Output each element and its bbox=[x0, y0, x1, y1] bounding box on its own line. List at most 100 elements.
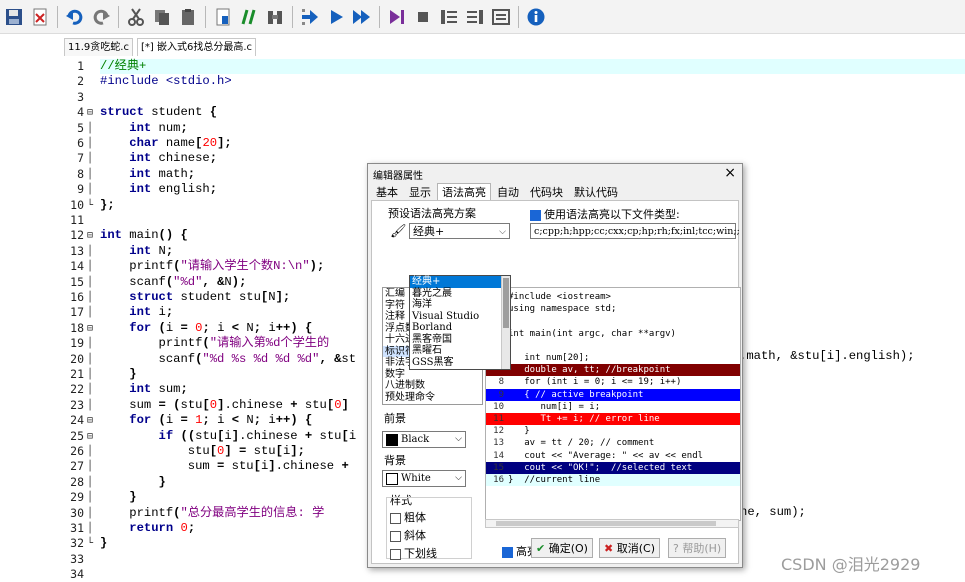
code-line[interactable]: printf("总分最高学生的信息: 学 bbox=[100, 506, 324, 521]
fold-toggle-icon[interactable]: ⊟ bbox=[87, 228, 98, 243]
code-line[interactable]: printf("请输入学生个数N:\n"); bbox=[100, 259, 324, 274]
stop-icon[interactable] bbox=[411, 5, 434, 28]
comment-icon[interactable] bbox=[237, 5, 260, 28]
close-file-icon[interactable] bbox=[28, 5, 51, 28]
checkbox-checked-icon[interactable] bbox=[502, 546, 513, 558]
undo-icon[interactable] bbox=[63, 5, 86, 28]
cancel-button[interactable]: ✖ 取消(C) bbox=[599, 538, 660, 558]
copy-icon[interactable] bbox=[150, 5, 173, 28]
code-line[interactable]: }; bbox=[100, 198, 115, 213]
code-line[interactable]: int english; bbox=[100, 182, 217, 197]
preview-line bbox=[486, 340, 740, 352]
scheme-option[interactable]: 海洋 bbox=[410, 299, 510, 311]
close-icon[interactable]: × bbox=[724, 165, 736, 181]
preview-code-text: num[i] = i; bbox=[508, 401, 601, 412]
scrollbar-thumb[interactable] bbox=[503, 278, 509, 328]
save-icon[interactable] bbox=[2, 5, 25, 28]
code-line[interactable]: return 0; bbox=[100, 521, 195, 536]
code-line[interactable]: int chinese; bbox=[100, 151, 217, 166]
element-item[interactable]: 数字 bbox=[383, 369, 482, 381]
scheme-dropdown-list[interactable]: 经典+ 暮光之晨 海洋 Visual Studio Borland 黑客帝国 黑曜石 GSS黑… bbox=[409, 275, 511, 370]
preview-scrollbar[interactable] bbox=[485, 519, 739, 528]
unindent-icon[interactable] bbox=[463, 5, 486, 28]
code-line[interactable]: int math; bbox=[100, 167, 195, 182]
ok-button[interactable]: ✔ 确定(O) bbox=[531, 538, 593, 558]
background-color-select[interactable]: White ⌵ bbox=[382, 470, 466, 487]
line-number: 27 bbox=[70, 459, 84, 474]
scheme-scrollbar[interactable] bbox=[501, 276, 510, 369]
element-item[interactable]: 八进制数 bbox=[383, 380, 482, 392]
code-line[interactable]: } bbox=[100, 475, 166, 490]
fold-toggle-icon[interactable]: ⊟ bbox=[87, 105, 98, 120]
new-file-icon[interactable] bbox=[211, 5, 234, 28]
code-line[interactable]: } bbox=[100, 536, 107, 551]
preview-line: 11 Tt += i; // error line bbox=[486, 413, 740, 425]
dialog-tab-2[interactable]: 语法高亮 bbox=[437, 183, 491, 201]
code-line[interactable]: for (i = 1; i < N; i++) { bbox=[100, 413, 312, 428]
italic-checkbox[interactable]: 斜体 bbox=[390, 527, 426, 543]
code-line[interactable]: //经典+ bbox=[100, 59, 965, 74]
code-line[interactable]: struct student stu[N]; bbox=[100, 290, 290, 305]
code-line[interactable]: #include <stdio.h> bbox=[100, 74, 232, 89]
tab-current-file[interactable]: [*] 嵌入式6找总分最高.c bbox=[137, 38, 257, 56]
line-number: 13 bbox=[70, 243, 84, 258]
code-line[interactable]: int i; bbox=[100, 305, 173, 320]
code-line[interactable]: scanf("%d", &N); bbox=[100, 275, 246, 290]
bold-checkbox[interactable]: 粗体 bbox=[390, 509, 426, 525]
checkbox-checked-icon[interactable] bbox=[530, 209, 541, 221]
code-line[interactable]: int num; bbox=[100, 121, 188, 136]
cut-icon[interactable] bbox=[124, 5, 147, 28]
foreground-color-select[interactable]: Black ⌵ bbox=[382, 431, 466, 448]
fold-toggle-icon[interactable]: ⊟ bbox=[87, 413, 98, 428]
dialog-title: 编辑器属性 bbox=[373, 171, 423, 182]
compile-icon[interactable] bbox=[298, 5, 321, 28]
file-types-input[interactable]: c;cpp;h;hpp;cc;cxx;cp;hp;rh;fx;inl;tcc;w… bbox=[530, 223, 740, 239]
code-line[interactable]: int N; bbox=[100, 244, 173, 259]
redo-icon[interactable] bbox=[89, 5, 112, 28]
code-line[interactable]: struct student { bbox=[100, 105, 217, 120]
code-line[interactable]: stu[0] = stu[i]; bbox=[100, 444, 305, 459]
checkbox-icon[interactable] bbox=[390, 512, 401, 524]
code-line[interactable]: } bbox=[100, 490, 136, 505]
code-line[interactable]: char name[20]; bbox=[100, 136, 231, 151]
scheme-option[interactable]: 黑曜石 bbox=[410, 345, 510, 357]
preview-code-text: } //current line bbox=[508, 475, 601, 485]
scheme-option[interactable]: Visual Studio bbox=[410, 311, 510, 323]
use-highlight-checkbox[interactable]: 使用语法高亮以下文件类型: bbox=[530, 206, 680, 222]
fold-toggle-icon[interactable]: ⊟ bbox=[87, 321, 98, 336]
code-line[interactable]: int main() { bbox=[100, 228, 188, 243]
paste-icon[interactable] bbox=[176, 5, 199, 28]
debug-icon[interactable] bbox=[385, 5, 408, 28]
scheme-option[interactable]: 经典+ bbox=[410, 276, 510, 288]
code-line[interactable]: for (i = 0; i < N; i++) { bbox=[100, 321, 312, 336]
code-line[interactable]: sum = (stu[0].chinese + stu[0] bbox=[100, 398, 349, 413]
checkbox-icon[interactable] bbox=[390, 548, 401, 560]
scheme-option[interactable]: Borland bbox=[410, 322, 510, 334]
help-button[interactable]: ? 帮助(H) bbox=[668, 538, 727, 558]
code-line[interactable]: printf("请输入第%d个学生的 bbox=[100, 336, 330, 351]
run-icon[interactable] bbox=[324, 5, 347, 28]
scheme-option[interactable]: 黑客帝国 bbox=[410, 334, 510, 346]
scheme-select[interactable]: 经典+ ⌵ bbox=[409, 223, 510, 239]
fold-toggle-icon[interactable]: ⊟ bbox=[87, 429, 98, 444]
scheme-option[interactable]: GSS黑客 bbox=[410, 357, 510, 369]
brush-icon[interactable]: 🖌 bbox=[390, 224, 407, 239]
find-icon[interactable] bbox=[263, 5, 286, 28]
code-line[interactable]: scanf("%d %s %d %d %d", &st bbox=[100, 352, 357, 367]
compile-run-icon[interactable] bbox=[350, 5, 373, 28]
tab-snake-file[interactable]: 11.9贪吃蛇.c bbox=[64, 38, 133, 56]
code-line[interactable]: int sum; bbox=[100, 382, 188, 397]
code-line[interactable]: sum = stu[i].chinese + bbox=[100, 459, 349, 474]
indent-icon[interactable] bbox=[437, 5, 460, 28]
code-line[interactable]: if ((stu[i].chinese + stu[i bbox=[100, 429, 357, 444]
scheme-option[interactable]: 暮光之晨 bbox=[410, 288, 510, 300]
element-item[interactable]: 预处理命令 bbox=[383, 392, 482, 404]
format-icon[interactable] bbox=[489, 5, 512, 28]
fold-line: │ bbox=[87, 168, 94, 180]
scrollbar-thumb[interactable] bbox=[496, 521, 716, 526]
checkbox-icon[interactable] bbox=[390, 530, 401, 542]
code-line[interactable]: } bbox=[100, 367, 136, 382]
about-icon[interactable] bbox=[524, 5, 547, 28]
underline-checkbox[interactable]: 下划线 bbox=[390, 545, 437, 561]
ok-label: 确定(O) bbox=[548, 542, 588, 555]
